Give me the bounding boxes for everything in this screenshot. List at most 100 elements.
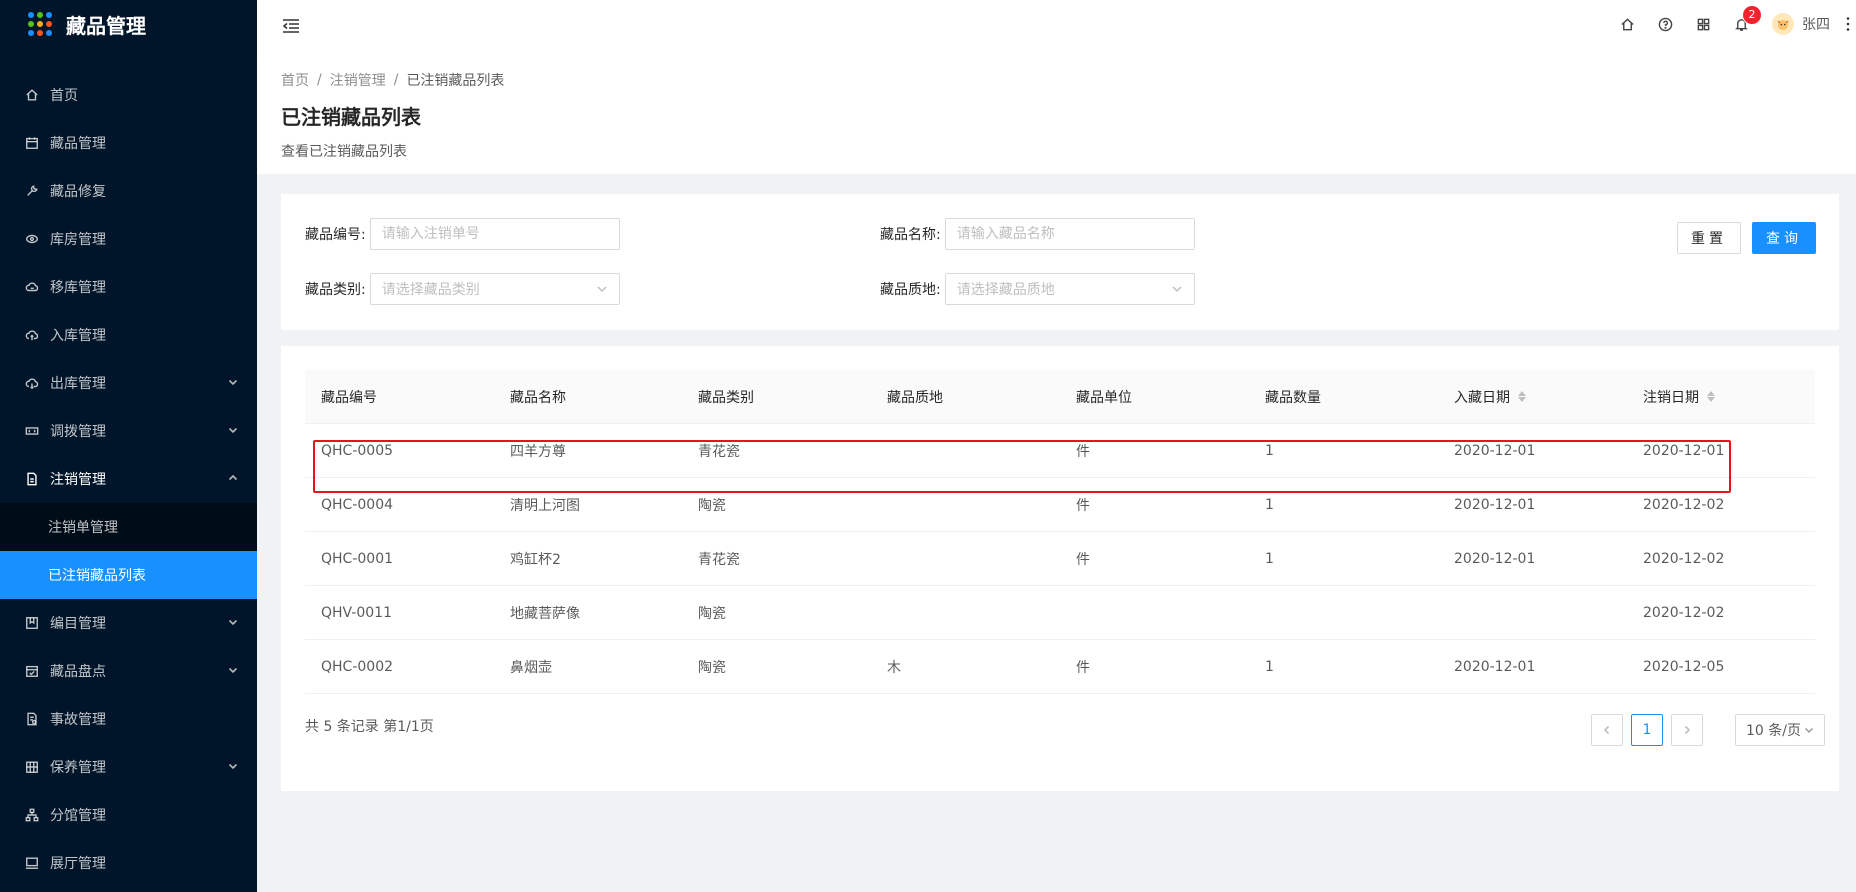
breadcrumb-separator: / bbox=[393, 72, 399, 88]
sidebar-item-relocation[interactable]: 移库管理 bbox=[0, 263, 257, 311]
sidebar-item-label: 首页 bbox=[50, 88, 78, 104]
sidebar-item-label: 出库管理 bbox=[50, 376, 106, 392]
column-header: 藏品类别 bbox=[698, 389, 754, 406]
cell-unit: 件 bbox=[1076, 497, 1090, 514]
name-label: 藏品名称: bbox=[880, 227, 941, 243]
table-row[interactable]: QHC-0005 四羊方尊 青花瓷 件 1 2020-12-01 2020-12… bbox=[305, 424, 1815, 478]
inventory-icon bbox=[24, 663, 40, 679]
name-field: 藏品名称: bbox=[880, 218, 1195, 250]
sidebar-item-home[interactable]: 首页 bbox=[0, 71, 257, 119]
table-row[interactable]: QHV-0011 地藏菩萨像 陶瓷 2020-12-02 bbox=[305, 586, 1815, 640]
page-header: 首页 / 注销管理 / 已注销藏品列表 已注销藏品列表 查看已注销藏品列表 bbox=[257, 57, 1856, 174]
sidebar-item-inbound[interactable]: 入库管理 bbox=[0, 311, 257, 359]
transfer-icon bbox=[24, 423, 40, 439]
chevron-down-icon bbox=[227, 376, 239, 388]
submenu-deregistration: 注销单管理 已注销藏品列表 bbox=[0, 503, 257, 599]
pagination-summary: 共 5 条记录 第1/1页 bbox=[305, 719, 434, 735]
sidebar-item-collection[interactable]: 藏品管理 bbox=[0, 119, 257, 167]
breadcrumb: 首页 / 注销管理 / 已注销藏品列表 bbox=[281, 69, 1832, 91]
cell-deregistration-date: 2020-12-01 bbox=[1643, 442, 1725, 459]
category-select[interactable]: 请选择藏品类别 bbox=[369, 273, 620, 305]
sidebar-item-incident[interactable]: 事故管理 bbox=[0, 695, 257, 743]
column-header: 藏品单位 bbox=[1076, 389, 1132, 406]
sidebar-item-allocation[interactable]: 调拨管理 bbox=[0, 407, 257, 455]
cell-collection-date: 2020-12-01 bbox=[1454, 496, 1536, 513]
next-page-button[interactable] bbox=[1671, 714, 1703, 746]
app-grid-icon bbox=[28, 12, 52, 36]
user-menu[interactable]: 张四 bbox=[1760, 0, 1840, 48]
breadcrumb-current: 已注销藏品列表 bbox=[406, 73, 505, 89]
cell-category: 陶瓷 bbox=[698, 497, 726, 514]
code-input[interactable] bbox=[369, 218, 620, 250]
page-number-button[interactable]: 1 bbox=[1631, 714, 1663, 746]
cell-unit: 件 bbox=[1076, 443, 1090, 460]
sidebar-item-warehouse[interactable]: 库房管理 bbox=[0, 215, 257, 263]
cell-quantity: 1 bbox=[1265, 550, 1274, 567]
branch-icon bbox=[24, 807, 40, 823]
sidebar-item-label: 注销单管理 bbox=[48, 520, 118, 536]
table-row[interactable]: QHC-0002 鼻烟壶 陶瓷 木 件 1 2020-12-01 2020-12… bbox=[305, 640, 1815, 694]
incident-icon bbox=[24, 711, 40, 727]
name-input[interactable] bbox=[944, 218, 1195, 250]
sidebar-item-label: 移库管理 bbox=[50, 280, 106, 296]
breadcrumb-home[interactable]: 首页 bbox=[281, 70, 309, 90]
category-field: 藏品类别: 请选择藏品类别 bbox=[305, 273, 620, 305]
material-select[interactable]: 请选择藏品质地 bbox=[944, 273, 1195, 305]
search-form: 藏品编号: 藏品名称: 藏品类别: 请选择藏品类别 藏品质地: 请选择藏品质地 … bbox=[281, 194, 1839, 330]
home-icon[interactable] bbox=[1608, 0, 1646, 48]
cell-category: 青花瓷 bbox=[698, 443, 740, 460]
cell-category: 青花瓷 bbox=[698, 551, 740, 568]
sidebar-item-outbound[interactable]: 出库管理 bbox=[0, 359, 257, 407]
cell-name: 鼻烟壶 bbox=[510, 659, 552, 676]
reset-button[interactable]: 重置 bbox=[1677, 222, 1741, 254]
chevron-down-icon bbox=[227, 760, 239, 772]
breadcrumb-separator: / bbox=[317, 72, 322, 88]
code-label: 藏品编号: bbox=[305, 227, 366, 243]
chevron-right-icon bbox=[1684, 725, 1691, 735]
pagination: 1 10 条/页 bbox=[1591, 714, 1825, 746]
breadcrumb-deregistration[interactable]: 注销管理 bbox=[330, 70, 386, 90]
logo[interactable]: 藏品管理 bbox=[0, 0, 257, 48]
cell-name: 四羊方尊 bbox=[510, 443, 566, 460]
sidebar-item-label: 分馆管理 bbox=[50, 808, 106, 824]
cell-collection-date: 2020-12-01 bbox=[1454, 658, 1536, 675]
column-header-sortable[interactable]: 入藏日期 bbox=[1438, 387, 1627, 407]
sidebar-item-label: 藏品盘点 bbox=[50, 664, 106, 680]
sidebar-item-deregistered-list[interactable]: 已注销藏品列表 bbox=[0, 551, 257, 599]
page-size-select[interactable]: 10 条/页 bbox=[1735, 714, 1825, 746]
wrench-icon bbox=[24, 183, 40, 199]
menu-fold-icon[interactable] bbox=[281, 16, 301, 36]
sidebar-item-branch[interactable]: 分馆管理 bbox=[0, 791, 257, 839]
sidebar-item-deregistration-orders[interactable]: 注销单管理 bbox=[0, 503, 257, 551]
chevron-down-icon bbox=[227, 424, 239, 436]
file-icon bbox=[24, 471, 40, 487]
sidebar-item-label: 事故管理 bbox=[50, 712, 106, 728]
column-header: 藏品质地 bbox=[887, 389, 943, 406]
apps-icon[interactable] bbox=[1684, 0, 1722, 48]
cell-quantity: 1 bbox=[1265, 658, 1274, 675]
prev-page-button[interactable] bbox=[1591, 714, 1623, 746]
sidebar-item-cataloging[interactable]: 编目管理 bbox=[0, 599, 257, 647]
sidebar-item-label: 注销管理 bbox=[50, 472, 106, 488]
help-icon[interactable] bbox=[1646, 0, 1684, 48]
sidebar-item-inventory[interactable]: 藏品盘点 bbox=[0, 647, 257, 695]
cell-deregistration-date: 2020-12-02 bbox=[1643, 550, 1725, 567]
notification-bell-icon[interactable]: 2 bbox=[1722, 0, 1761, 48]
catalog-icon bbox=[24, 615, 40, 631]
sidebar-item-repair[interactable]: 藏品修复 bbox=[0, 167, 257, 215]
top-header: 2 张四 bbox=[257, 0, 1856, 57]
header-actions: 2 张四 bbox=[1608, 0, 1856, 48]
sidebar-item-exhibition-hall[interactable]: 展厅管理 bbox=[0, 839, 257, 887]
sidebar-item-label: 库房管理 bbox=[50, 232, 106, 248]
cell-quantity: 1 bbox=[1265, 442, 1274, 459]
category-label: 藏品类别: bbox=[305, 282, 366, 298]
table-row[interactable]: QHC-0001 鸡缸杯2 青花瓷 件 1 2020-12-01 2020-12… bbox=[305, 532, 1815, 586]
column-header-sortable[interactable]: 注销日期 bbox=[1627, 387, 1815, 407]
sidebar-item-deregistration[interactable]: 注销管理 bbox=[0, 455, 257, 503]
more-icon[interactable] bbox=[1840, 0, 1856, 48]
app-title: 藏品管理 bbox=[66, 13, 146, 38]
table-row[interactable]: QHC-0004 清明上河图 陶瓷 件 1 2020-12-01 2020-12… bbox=[305, 478, 1815, 532]
sidebar-item-maintenance[interactable]: 保养管理 bbox=[0, 743, 257, 791]
sort-icon bbox=[1707, 391, 1715, 402]
query-button[interactable]: 查询 bbox=[1752, 222, 1816, 254]
